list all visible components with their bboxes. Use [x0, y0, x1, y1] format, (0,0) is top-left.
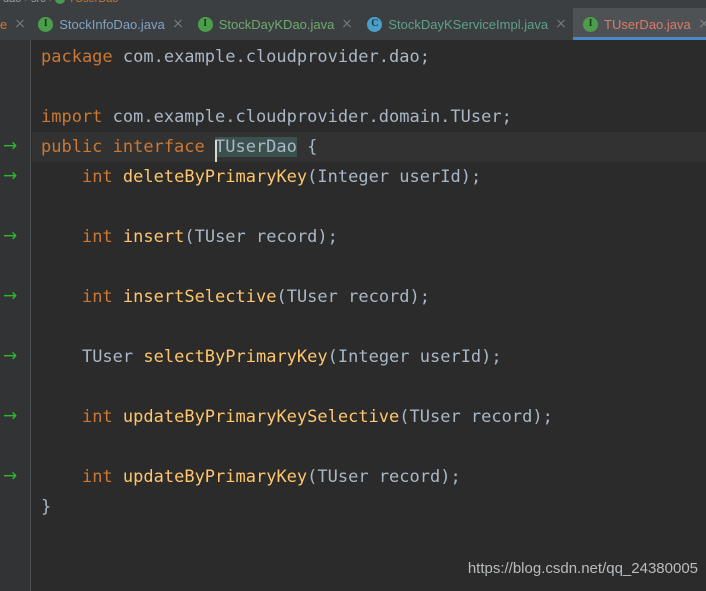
tab-label: TUserDao.java [604, 16, 691, 32]
breadcrumb-current[interactable]: TUserDao [68, 0, 118, 5]
interface-icon: I [38, 16, 54, 32]
close-icon[interactable] [14, 18, 26, 30]
close-icon[interactable] [555, 18, 567, 30]
code-token: TUser record [286, 287, 410, 307]
code-token: ( [399, 407, 410, 427]
breadcrumb-segment-0[interactable]: dao [0, 0, 24, 5]
code-token: { [296, 137, 318, 157]
selected-token: TUserDao [215, 137, 297, 162]
code-line[interactable]: int insertSelective(TUser record); [41, 282, 430, 312]
code-token: TUser record [194, 227, 318, 247]
tab-partial-left[interactable]: e [0, 8, 30, 40]
code-token: Integer userId [317, 167, 461, 187]
implementation-marker-icon[interactable]: → [3, 408, 23, 425]
implementation-marker-icon[interactable]: → [3, 168, 23, 185]
code-token: TUser [81, 347, 134, 367]
code-token: ); [409, 287, 431, 307]
code-line[interactable]: int insert(TUser record); [41, 222, 338, 252]
tab-stockinfodao[interactable]: I StockInfoDao.java [30, 8, 190, 40]
code-line[interactable]: public interface TUserDao { [41, 132, 317, 162]
implementation-marker-icon[interactable]: → [3, 228, 23, 245]
tab-label: StockInfoDao.java [59, 16, 165, 32]
code-line[interactable]: } [41, 492, 51, 522]
watermark: https://blog.csdn.net/qq_24380005 [467, 560, 698, 577]
code-line[interactable]: int updateByPrimaryKey(TUser record); [41, 462, 461, 492]
implementation-marker-icon[interactable]: → [3, 288, 23, 305]
interface-icon: I [197, 16, 213, 32]
code-token: ); [481, 347, 502, 367]
code-token: com.example.cloudprovider.dao; [112, 47, 430, 67]
code-token: updateByPrimaryKeySelective [122, 407, 400, 427]
tab-stockdaykserviceimpl[interactable]: C StockDayKServiceImpl.java [359, 8, 573, 40]
code-content[interactable]: package com.example.cloudprovider.dao; im… [32, 40, 706, 591]
code-token: ( [276, 287, 287, 307]
code-token: ( [184, 227, 195, 247]
editor-gutter[interactable]: → → → → → → → [0, 40, 31, 591]
tab-stockdaykdao[interactable]: I StockDayKDao.java [190, 8, 360, 40]
implementation-marker-icon[interactable]: → [3, 348, 23, 365]
code-token: deleteByPrimaryKey [122, 167, 308, 187]
code-token: ( [327, 347, 338, 367]
breadcrumb[interactable]: dao › src › TUserDao [0, 0, 706, 8]
interface-icon [55, 0, 66, 4]
code-token: selectByPrimaryKey [143, 347, 328, 367]
code-line[interactable]: TUser selectByPrimaryKey(Integer userId)… [41, 342, 502, 372]
breadcrumb-separator-icon-2: › [49, 0, 53, 5]
code-token: TUser record [409, 407, 533, 427]
code-token: public interface [41, 137, 215, 157]
code-line[interactable]: import com.example.cloudprovider.domain.… [41, 102, 512, 132]
code-token: package [41, 47, 113, 67]
interface-icon: I [583, 16, 599, 32]
tab-partial-left-label: e [0, 16, 8, 32]
tab-label: StockDayKServiceImpl.java [388, 16, 549, 32]
close-icon[interactable] [172, 18, 184, 30]
tab-tuserdao[interactable]: I TUserDao.java [573, 8, 706, 40]
code-line[interactable]: package com.example.cloudprovider.dao; [41, 42, 430, 72]
code-token: ( [307, 167, 318, 187]
code-token: ); [317, 227, 338, 247]
code-line[interactable]: int updateByPrimaryKeySelective(TUser re… [41, 402, 553, 432]
implementation-marker-icon[interactable]: → [3, 468, 23, 485]
code-token: int [81, 467, 113, 487]
editor-tab-bar[interactable]: e I StockInfoDao.java I StockDayKDao.jav… [0, 8, 706, 40]
code-token: ); [460, 167, 482, 187]
code-token: ( [307, 467, 318, 487]
code-token: ); [440, 467, 461, 487]
code-token: com.example.cloudprovider.domain.TUser; [102, 107, 512, 127]
ide-window: dao › src › TUserDao e I StockInfoDao.ja… [0, 0, 706, 591]
class-icon: C [367, 16, 383, 32]
code-token: int [81, 167, 113, 187]
code-token: } [41, 497, 52, 517]
code-token: TUser record [317, 467, 441, 487]
code-line[interactable]: int deleteByPrimaryKey(Integer userId); [41, 162, 481, 192]
breadcrumb-segment-1[interactable]: src [28, 0, 49, 5]
implementation-marker-icon[interactable]: → [3, 138, 23, 155]
code-token: import [41, 107, 103, 127]
code-token: Integer userId [337, 347, 482, 367]
code-token: updateByPrimaryKey [122, 467, 308, 487]
code-token: insertSelective [122, 287, 277, 307]
close-icon[interactable] [698, 18, 706, 30]
code-token: insert [122, 227, 185, 247]
tab-label: StockDayKDao.java [218, 16, 335, 32]
code-token: int [81, 407, 113, 427]
code-token: ); [532, 407, 553, 427]
code-token: int [81, 287, 113, 307]
code-token: int [81, 227, 113, 247]
close-icon[interactable] [341, 18, 353, 30]
code-editor[interactable]: → → → → → → → package com.example.cloudprovide… [0, 40, 706, 591]
text-caret [215, 140, 217, 162]
